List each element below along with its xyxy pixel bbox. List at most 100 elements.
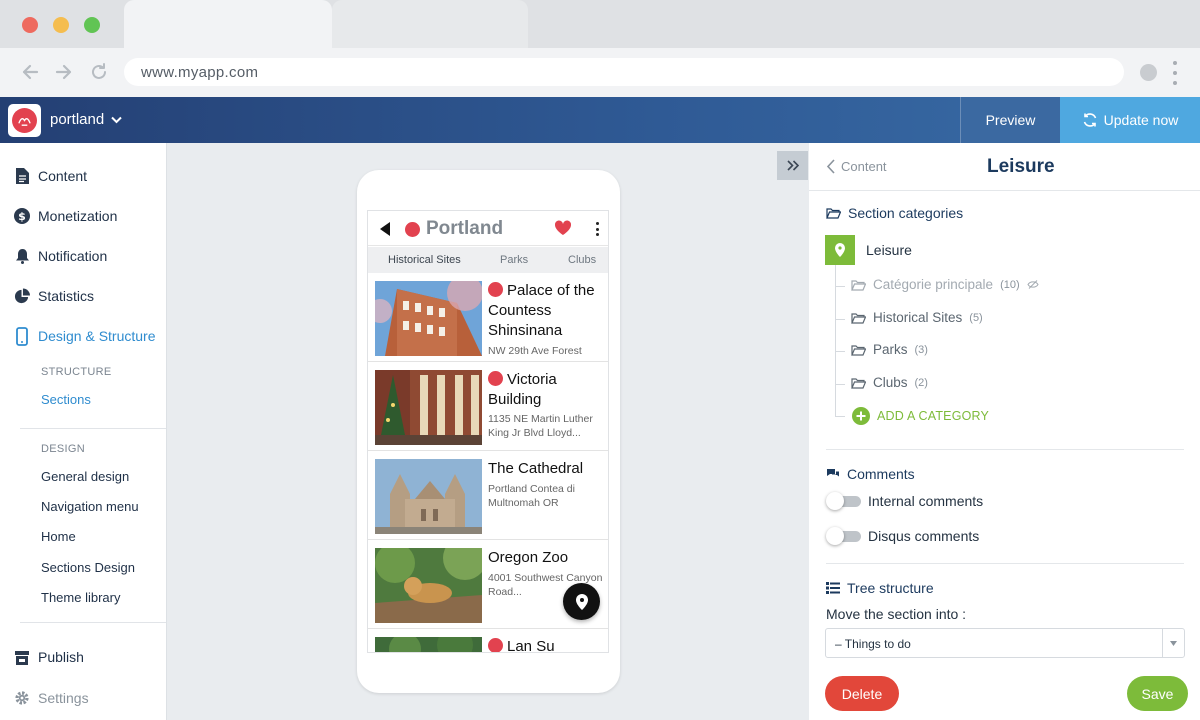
browser-tab-inactive[interactable] [332, 0, 528, 48]
sidebar-subitem-theme-library[interactable]: Theme library [41, 590, 120, 605]
sidebar-item-design[interactable]: Design & Structure [14, 325, 156, 347]
map-button[interactable] [563, 583, 600, 620]
sidebar-subitem-sections-design[interactable]: Sections Design [41, 560, 135, 575]
sidebar-item-content[interactable]: Content [14, 165, 87, 187]
phone-title: Portland [426, 218, 504, 239]
folder-open-icon [851, 344, 866, 356]
back-to-content-link[interactable]: Content [826, 159, 887, 174]
panel-title: Leisure [987, 156, 1055, 177]
zoo-image [375, 548, 482, 623]
dollar-icon: $ [14, 208, 30, 224]
browser-menu-icon[interactable] [1168, 60, 1182, 86]
card-title: Lan Su [507, 638, 555, 653]
comments-heading: Comments [826, 466, 915, 482]
list-item[interactable]: Lan Su [368, 629, 608, 653]
sidebar-item-notification[interactable]: Notification [14, 245, 107, 267]
card-subtitle: Portland Contea di Multnomah OR [488, 483, 575, 509]
chevron-left-icon [826, 159, 835, 174]
app-logo[interactable] [8, 104, 41, 137]
address-bar-area: www.myapp.com [0, 48, 1200, 97]
card-title: The Cathedral [488, 460, 584, 477]
phone-tab-parks[interactable]: Parks [500, 254, 528, 266]
minimize-window-button[interactable] [53, 17, 69, 33]
phone-tabs: Historical Sites Parks Clubs [368, 247, 608, 273]
chevron-down-icon [111, 116, 122, 123]
sidebar-item-label: Content [38, 168, 88, 184]
phone-tab-clubs[interactable]: Clubs [568, 254, 596, 266]
category-item[interactable]: Parks (3) [851, 342, 928, 357]
save-button[interactable]: Save [1127, 676, 1188, 711]
update-now-button[interactable]: Update now [1060, 97, 1200, 143]
palace-logo [488, 282, 503, 297]
list-item[interactable]: The Cathedral Portland Contea di Multnom… [368, 451, 608, 540]
pie-chart-icon [14, 288, 30, 304]
reload-icon[interactable] [87, 60, 111, 84]
sidebar-item-label: Statistics [38, 288, 95, 304]
list-item[interactable]: Victoria Building 1135 NE Martin Luther … [368, 362, 608, 451]
add-category-button[interactable]: ADD A CATEGORY [852, 407, 989, 425]
app-header: portland Preview Update now [0, 97, 1200, 143]
delete-button[interactable]: Delete [825, 676, 899, 711]
close-window-button[interactable] [22, 17, 38, 33]
profile-icon[interactable] [1140, 64, 1157, 81]
sidebar-item-label: Publish [38, 649, 84, 665]
app-switcher[interactable]: portland [50, 111, 122, 128]
map-pin-icon [575, 593, 588, 610]
sidebar-divider [20, 622, 166, 623]
sidebar-subitem-general-design[interactable]: General design [41, 469, 129, 484]
back-icon[interactable] [380, 222, 390, 236]
tree-structure-heading: Tree structure [826, 580, 934, 596]
sidebar-subitem-navigation-menu[interactable]: Navigation menu [41, 499, 139, 514]
phone-logo [405, 222, 420, 237]
app-name: portland [50, 111, 105, 128]
lan-su-image [375, 637, 482, 652]
sidebar-item-publish[interactable]: Publish [14, 646, 84, 668]
phone-icon [14, 326, 30, 346]
double-chevron-right-icon [786, 160, 799, 171]
category-item[interactable]: Catégorie principale (10) [851, 277, 1039, 292]
caret-down-icon [1162, 629, 1184, 657]
more-icon[interactable] [596, 222, 600, 236]
card-subtitle: NW 29th Ave Forest [488, 345, 582, 357]
list-item[interactable]: Palace of the Countess Shinsinana NW 29t… [368, 273, 608, 362]
category-root-label[interactable]: Leisure [866, 242, 912, 258]
phone-tab-historical-sites[interactable]: Historical Sites [388, 254, 461, 266]
disqus-comments-label: Disqus comments [868, 528, 980, 544]
sidebar-item-statistics[interactable]: Statistics [14, 285, 94, 307]
eye-slash-icon [1027, 280, 1039, 289]
store-icon [14, 649, 30, 665]
panel-divider [826, 449, 1184, 450]
victoria-image [375, 370, 482, 445]
move-section-select[interactable]: – Things to do [825, 628, 1185, 658]
folder-open-icon [851, 377, 866, 389]
back-label: Content [841, 159, 887, 174]
category-root-icon[interactable] [825, 235, 855, 265]
card-subtitle: 1135 NE Martin Luther King Jr Blvd Lloyd… [488, 413, 593, 439]
card-title: Oregon Zoo [488, 549, 569, 566]
bell-icon [14, 248, 30, 264]
category-item[interactable]: Clubs (2) [851, 375, 928, 390]
category-item[interactable]: Historical Sites (5) [851, 310, 983, 325]
maximize-window-button[interactable] [84, 17, 100, 33]
folder-open-icon [826, 208, 841, 219]
url-input[interactable]: www.myapp.com [124, 58, 1124, 86]
heart-icon[interactable] [554, 220, 572, 236]
collapse-panel-button[interactable] [777, 151, 808, 180]
sidebar-item-label: Monetization [38, 208, 118, 224]
sidebar-subitem-sections[interactable]: Sections [41, 392, 91, 407]
sync-icon [1083, 113, 1096, 127]
move-section-label: Move the section into : [826, 606, 967, 622]
forward-arrow-icon[interactable] [52, 60, 76, 84]
sidebar-subitem-home[interactable]: Home [41, 529, 76, 544]
sidebar-item-settings[interactable]: Settings [14, 687, 89, 709]
disqus-comments-toggle[interactable] [826, 527, 861, 545]
sidebar-item-monetization[interactable]: $ Monetization [14, 205, 117, 227]
back-arrow-icon[interactable] [18, 60, 42, 84]
design-heading: DESIGN [41, 443, 85, 455]
plus-circle-icon [852, 407, 870, 425]
browser-tab-active[interactable] [124, 0, 332, 48]
comments-icon [827, 469, 839, 477]
lan-su-logo [488, 638, 503, 652]
preview-button[interactable]: Preview [960, 97, 1060, 143]
internal-comments-toggle[interactable] [826, 492, 861, 510]
